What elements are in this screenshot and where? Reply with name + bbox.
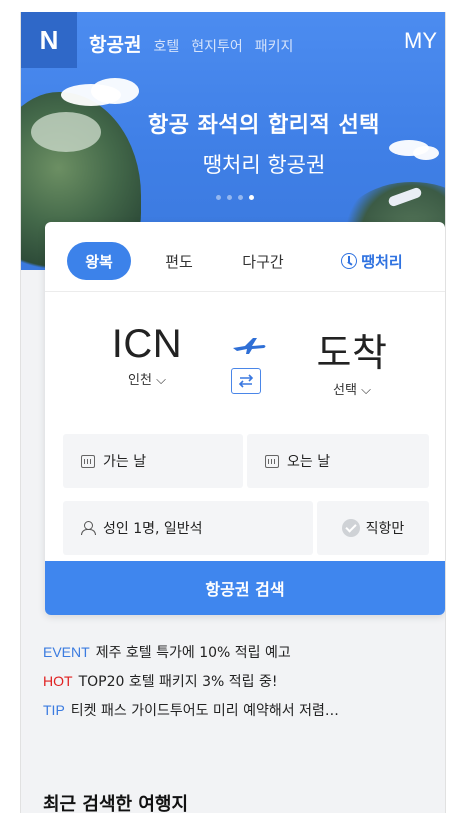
hero-subtitle: 땡처리 항공권 — [202, 153, 326, 177]
person-icon — [81, 521, 96, 535]
direct-only-toggle[interactable]: 직항만 — [317, 501, 429, 555]
notice-item[interactable]: TIP 티켓 패스 가이드투어도 미리 예약해서 저렴… — [43, 700, 339, 729]
airplane-icon — [233, 338, 266, 354]
nav-packages[interactable]: 패키지 — [255, 36, 294, 56]
swap-icon — [238, 374, 254, 388]
carousel-dot[interactable] — [227, 195, 232, 200]
calendar-icon — [81, 454, 95, 468]
tab-one-way[interactable]: 편도 — [151, 242, 207, 280]
swap-airports-button[interactable] — [231, 368, 261, 394]
carousel-dots — [216, 195, 254, 200]
trip-type-tabs: 왕복 편도 다구간 땡처리 — [45, 222, 445, 292]
return-date-field[interactable]: 오는 날 — [247, 434, 429, 488]
chevron-down-icon: ⌵ — [361, 383, 371, 398]
notice-text: 제주 호텔 특가에 10% 적립 예고 — [95, 645, 291, 661]
naver-logo[interactable]: N — [21, 12, 77, 68]
destination-city: 선택 ⌵ — [333, 383, 371, 398]
passenger-class-field[interactable]: 성인 1명, 일반석 — [63, 501, 313, 555]
cloud-image — [91, 78, 139, 104]
flight-search-card: 왕복 편도 다구간 땡처리 ICN 인천 ⌵ 도착 선택 ⌵ 가는 날 오는 날… — [45, 222, 445, 615]
notice-text: TOP20 호텔 패키지 3% 적립 중! — [78, 674, 278, 690]
origin-city: 인천 ⌵ — [128, 373, 166, 388]
check-circle-icon — [341, 519, 360, 537]
app-frame: N 항공권 호텔 현지투어 패키지 MY 항공 좌석의 합리적 선택 땡처리 항… — [20, 12, 446, 813]
origin-airport[interactable]: ICN 인천 ⌵ — [107, 322, 187, 388]
notice-tag-tip: TIP — [43, 702, 65, 718]
search-flights-button[interactable]: 항공권 검색 — [45, 561, 445, 615]
hero-title: 항공 좌석의 합리적 선택 — [148, 113, 380, 138]
tab-round-trip[interactable]: 왕복 — [67, 242, 131, 280]
hero-text: 항공 좌석의 합리적 선택 땡처리 항공권 — [21, 107, 445, 179]
carousel-dot-active[interactable] — [249, 195, 254, 200]
calendar-icon — [265, 454, 279, 468]
nav-flights[interactable]: 항공권 — [89, 30, 141, 57]
destination-airport[interactable]: 도착 선택 ⌵ — [307, 322, 397, 398]
notice-tag-hot: HOT — [43, 673, 73, 689]
passenger-class-label: 성인 1명, 일반석 — [103, 521, 203, 537]
notice-item[interactable]: HOT TOP20 호텔 패키지 3% 적립 중! — [43, 671, 339, 700]
depart-date-field[interactable]: 가는 날 — [63, 434, 243, 488]
carousel-dot[interactable] — [238, 195, 243, 200]
notice-tag-event: EVENT — [43, 644, 90, 660]
recent-searches-title: 최근 검색한 여행지 — [43, 794, 189, 813]
notice-text: 티켓 패스 가이드투어도 미리 예약해서 저렴… — [70, 703, 339, 719]
return-date-label: 오는 날 — [287, 454, 331, 470]
carousel-dot[interactable] — [216, 195, 221, 200]
my-page-link[interactable]: MY — [404, 28, 437, 54]
origin-code: ICN — [111, 322, 183, 366]
tab-last-minute-label: 땡처리 — [361, 252, 403, 271]
clock-icon — [341, 253, 358, 269]
tab-multi-city[interactable]: 다구간 — [231, 242, 295, 280]
tab-last-minute[interactable]: 땡처리 — [329, 242, 415, 280]
direct-only-label: 직항만 — [365, 521, 405, 537]
notice-list: EVENT 제주 호텔 특가에 10% 적립 예고 HOT TOP20 호텔 패키지… — [43, 642, 339, 729]
nav-local-tours[interactable]: 현지투어 — [191, 36, 243, 56]
nav-hotels[interactable]: 호텔 — [153, 36, 179, 56]
destination-code: 도착 — [316, 331, 388, 375]
chevron-down-icon: ⌵ — [156, 373, 166, 388]
depart-date-label: 가는 날 — [103, 454, 147, 470]
notice-item[interactable]: EVENT 제주 호텔 특가에 10% 적립 예고 — [43, 642, 339, 671]
top-nav: 항공권 호텔 현지투어 패키지 — [89, 30, 293, 57]
